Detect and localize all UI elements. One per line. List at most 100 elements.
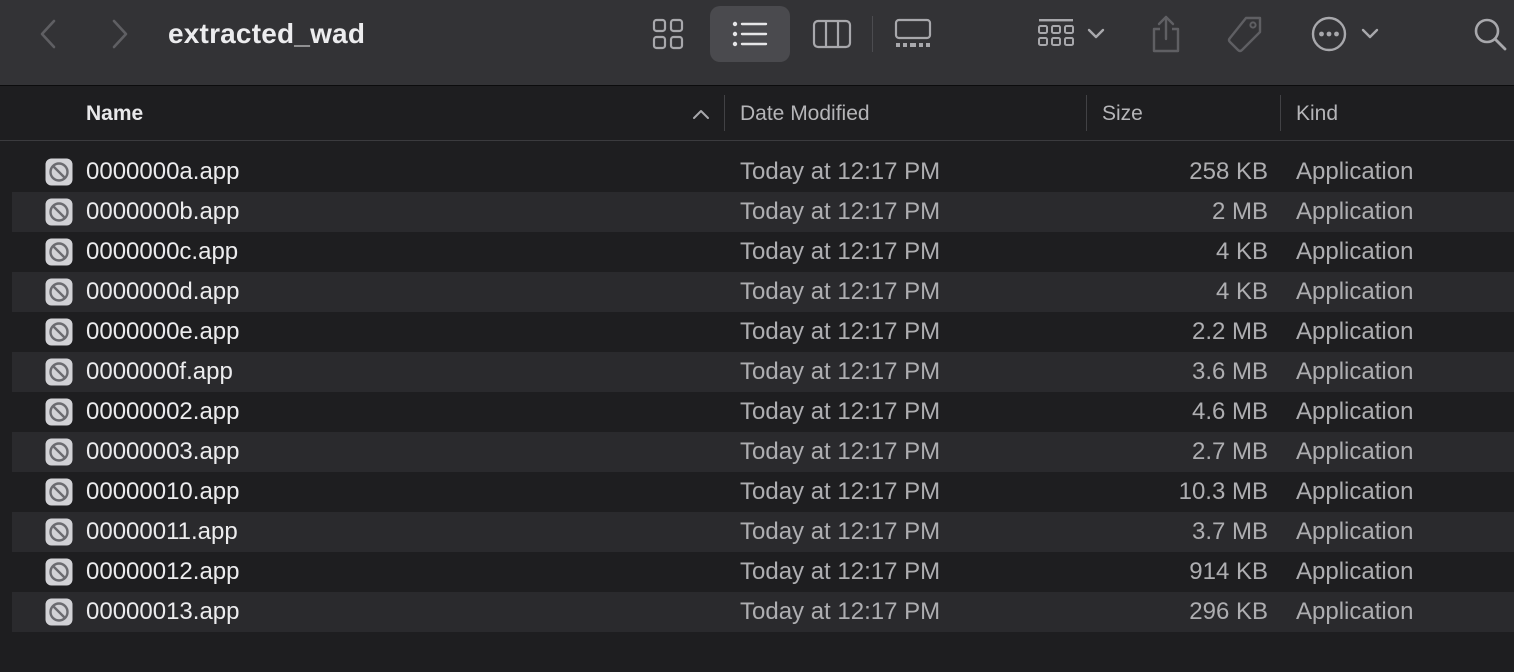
group-button[interactable]	[1030, 12, 1112, 56]
file-name: 00000003.app	[86, 438, 240, 465]
columns-icon	[812, 19, 852, 49]
gallery-icon	[894, 18, 932, 47]
file-date: Today at 12:17 PM	[740, 438, 941, 465]
file-name: 00000010.app	[86, 478, 240, 505]
more-actions-button[interactable]	[1306, 12, 1384, 56]
gallery-view-button[interactable]	[888, 14, 938, 54]
column-header-date[interactable]: Date Modified	[740, 87, 870, 140]
file-size: 2 MB	[1211, 198, 1268, 225]
file-name: 0000000c.app	[86, 238, 239, 265]
file-name: 0000000f.app	[86, 358, 233, 385]
file-date: Today at 12:17 PM	[740, 478, 941, 505]
file-date: Today at 12:17 PM	[740, 398, 941, 425]
file-size: 4 KB	[1215, 278, 1268, 305]
column-header-size[interactable]: Size	[1102, 87, 1143, 140]
column-header-kind[interactable]: Kind	[1296, 87, 1338, 140]
file-size: 10.3 MB	[1178, 478, 1268, 505]
file-name: 00000002.app	[86, 398, 240, 425]
group-icon	[1038, 19, 1074, 46]
file-kind: Application	[1296, 398, 1414, 425]
prohibited-app-icon	[45, 438, 73, 466]
file-row[interactable]: 0000000f.app Today at 12:17 PM 3.6 MB Ap…	[12, 352, 1514, 392]
share-icon	[1152, 15, 1180, 53]
column-separator[interactable]	[1280, 95, 1281, 131]
share-button[interactable]	[1146, 10, 1186, 58]
file-row[interactable]: 00000013.app Today at 12:17 PM 296 KB Ap…	[12, 592, 1514, 632]
file-size: 4 KB	[1215, 238, 1268, 265]
file-name: 00000013.app	[86, 598, 240, 625]
icon-view-button[interactable]	[646, 14, 690, 54]
file-size: 2.2 MB	[1191, 318, 1268, 345]
file-size: 2.7 MB	[1191, 438, 1268, 465]
file-name: 0000000b.app	[86, 198, 240, 225]
prohibited-app-icon	[45, 198, 73, 226]
file-name: 0000000d.app	[86, 278, 240, 305]
file-row[interactable]: 00000010.app Today at 12:17 PM 10.3 MB A…	[12, 472, 1514, 512]
chevron-down-icon	[1361, 28, 1379, 39]
tag-icon	[1227, 16, 1262, 53]
file-kind: Application	[1296, 358, 1414, 385]
prohibited-app-icon	[45, 318, 73, 346]
file-size: 914 KB	[1189, 558, 1268, 585]
back-button[interactable]	[30, 14, 66, 54]
file-kind: Application	[1296, 278, 1414, 305]
prohibited-app-icon	[45, 518, 73, 546]
file-size: 3.7 MB	[1191, 518, 1268, 545]
file-row[interactable]: 0000000e.app Today at 12:17 PM 2.2 MB Ap…	[12, 312, 1514, 352]
chevron-down-icon	[1087, 28, 1105, 39]
file-date: Today at 12:17 PM	[740, 358, 941, 385]
file-kind: Application	[1296, 198, 1414, 225]
file-name: 00000011.app	[86, 518, 238, 545]
file-row[interactable]: 0000000a.app Today at 12:17 PM 258 KB Ap…	[12, 152, 1514, 192]
file-row[interactable]: 0000000d.app Today at 12:17 PM 4 KB Appl…	[12, 272, 1514, 312]
file-date: Today at 12:17 PM	[740, 198, 941, 225]
prohibited-app-icon	[45, 558, 73, 586]
chevron-right-icon	[112, 19, 128, 49]
file-size: 3.6 MB	[1191, 358, 1268, 385]
column-separator[interactable]	[724, 95, 725, 131]
sort-ascending-icon[interactable]	[690, 103, 712, 125]
prohibited-app-icon	[45, 598, 73, 626]
file-kind: Application	[1296, 598, 1414, 625]
prohibited-app-icon	[45, 398, 73, 426]
column-header-name[interactable]: Name	[86, 87, 143, 140]
file-kind: Application	[1296, 478, 1414, 505]
prohibited-app-icon	[45, 278, 73, 306]
forward-button[interactable]	[102, 14, 138, 54]
prohibited-app-icon	[45, 478, 73, 506]
file-kind: Application	[1296, 238, 1414, 265]
file-kind: Application	[1296, 518, 1414, 545]
file-size: 296 KB	[1189, 598, 1268, 625]
window-title: extracted_wad	[168, 18, 366, 49]
toolbar: extracted_wad	[0, 0, 1514, 86]
file-list: 0000000a.app Today at 12:17 PM 258 KB Ap…	[12, 152, 1514, 632]
file-kind: Application	[1296, 558, 1414, 585]
file-kind: Application	[1296, 158, 1414, 185]
prohibited-app-icon	[45, 238, 73, 266]
file-date: Today at 12:17 PM	[740, 238, 941, 265]
file-date: Today at 12:17 PM	[740, 598, 941, 625]
file-row[interactable]: 0000000c.app Today at 12:17 PM 4 KB Appl…	[12, 232, 1514, 272]
file-date: Today at 12:17 PM	[740, 558, 941, 585]
file-row[interactable]: 00000012.app Today at 12:17 PM 914 KB Ap…	[12, 552, 1514, 592]
column-view-button[interactable]	[808, 14, 856, 54]
file-row[interactable]: 00000002.app Today at 12:17 PM 4.6 MB Ap…	[12, 392, 1514, 432]
file-row[interactable]: 0000000b.app Today at 12:17 PM 2 MB Appl…	[12, 192, 1514, 232]
ellipsis-circle-icon	[1311, 16, 1347, 52]
prohibited-app-icon	[45, 358, 73, 386]
file-name: 00000012.app	[86, 558, 240, 585]
search-button[interactable]	[1466, 12, 1514, 56]
file-name: 0000000e.app	[86, 318, 240, 345]
list-view-button[interactable]	[710, 6, 790, 62]
file-kind: Application	[1296, 438, 1414, 465]
tag-button[interactable]	[1222, 12, 1268, 58]
file-name: 0000000a.app	[86, 158, 240, 185]
column-separator[interactable]	[1086, 95, 1087, 131]
file-date: Today at 12:17 PM	[740, 158, 941, 185]
file-row[interactable]: 00000003.app Today at 12:17 PM 2.7 MB Ap…	[12, 432, 1514, 472]
list-icon	[732, 21, 768, 47]
chevron-left-icon	[40, 19, 56, 49]
column-header: Name Date Modified Size Kind	[0, 87, 1514, 141]
magnifier-icon	[1474, 18, 1507, 51]
file-row[interactable]: 00000011.app Today at 12:17 PM 3.7 MB Ap…	[12, 512, 1514, 552]
